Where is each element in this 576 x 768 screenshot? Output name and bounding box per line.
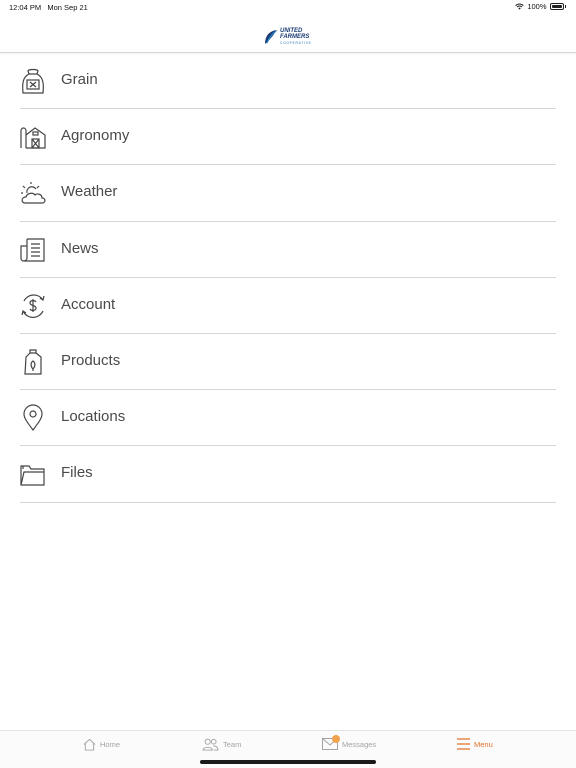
- menu-item-locations[interactable]: Locations: [20, 390, 556, 447]
- sun-cloud-icon: [20, 179, 46, 207]
- menu-item-label: Agronomy: [61, 127, 130, 145]
- dollar-circle-icon: [20, 292, 46, 320]
- folder-icon: [20, 460, 46, 488]
- home-icon: [83, 738, 96, 751]
- status-time: 12:04 PM: [9, 3, 42, 12]
- menu-item-label: Locations: [61, 408, 126, 426]
- map-pin-icon: [20, 404, 46, 432]
- home-indicator[interactable]: [200, 760, 376, 764]
- app-header: UNITED FARMERS COOPERATIVE: [0, 16, 576, 53]
- tab-team[interactable]: Team: [202, 738, 241, 751]
- battery-percent: 100%: [527, 2, 547, 11]
- tab-menu[interactable]: Menu: [457, 738, 493, 750]
- menu-item-products[interactable]: Products: [20, 334, 556, 391]
- logo-text: UNITED FARMERS COOPERATIVE: [280, 28, 312, 46]
- status-time-date: 12:04 PM Mon Sep 21: [9, 3, 88, 12]
- menu-item-label: Files: [61, 464, 93, 482]
- battery-tip: [564, 5, 566, 8]
- tab-team-label: Team: [223, 740, 242, 749]
- menu-item-weather[interactable]: Weather: [20, 165, 556, 222]
- messages-badge: [332, 735, 340, 743]
- menu-item-label: News: [61, 239, 99, 257]
- wifi-icon: [515, 3, 525, 10]
- menu-item-account[interactable]: Account: [20, 278, 556, 334]
- leaf-logo-icon: [265, 30, 277, 44]
- newspaper-icon: [20, 236, 46, 264]
- status-date: Mon Sep 21: [47, 3, 88, 12]
- jug-icon: [20, 348, 46, 376]
- hamburger-menu-icon: [457, 738, 470, 750]
- menu-list: Grain Agronomy Weather News Account Prod…: [20, 53, 556, 503]
- menu-item-label: Grain: [61, 71, 98, 88]
- grain-sack-icon: [20, 67, 46, 95]
- menu-item-files[interactable]: Files: [20, 446, 556, 503]
- tab-home[interactable]: Home: [83, 738, 120, 751]
- tab-menu-label: Menu: [474, 739, 493, 749]
- menu-item-agronomy[interactable]: Agronomy: [20, 109, 556, 166]
- tab-home-label: Home: [100, 740, 121, 749]
- tab-messages[interactable]: Messages: [322, 735, 377, 750]
- team-icon: [202, 738, 219, 751]
- status-bar: 12:04 PM Mon Sep 21 100%: [0, 0, 576, 16]
- battery-icon: [549, 3, 564, 10]
- status-indicators: 100%: [515, 2, 566, 11]
- logo-line-cooperative: COOPERATIVE: [280, 41, 312, 45]
- barn-icon: [20, 123, 46, 151]
- menu-item-label: Account: [61, 295, 116, 313]
- menu-item-news[interactable]: News: [20, 222, 556, 278]
- tab-messages-label: Messages: [342, 739, 377, 749]
- menu-item-label: Products: [61, 351, 121, 369]
- menu-item-label: Weather: [61, 183, 118, 201]
- menu-item-grain[interactable]: Grain: [20, 53, 556, 110]
- united-farmers-logo[interactable]: UNITED FARMERS COOPERATIVE: [264, 28, 312, 46]
